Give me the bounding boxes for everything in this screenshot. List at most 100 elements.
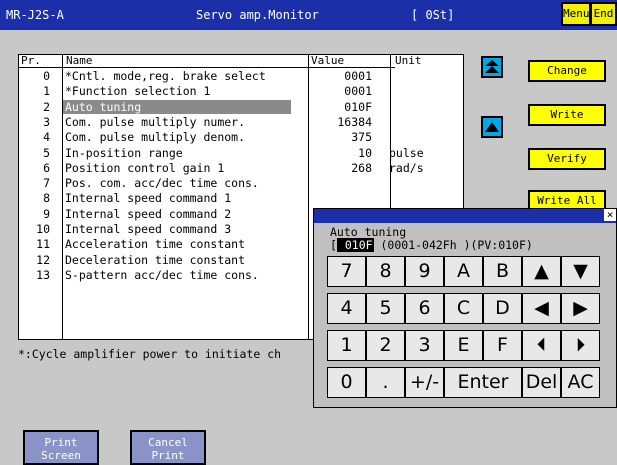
print-screen-label-1: Print xyxy=(44,436,78,449)
verify-button[interactable]: Verify xyxy=(528,148,606,170)
table-row[interactable]: 6 Position control gain 1 268 rad/s xyxy=(18,160,424,175)
param-number: 9 xyxy=(43,206,50,221)
double-up-arrow-icon xyxy=(485,60,499,73)
key-left[interactable]: ◀ xyxy=(522,293,561,324)
table-row[interactable]: 8 Internal speed command 1 xyxy=(18,191,395,205)
key-2[interactable]: 2 xyxy=(366,330,405,361)
param-number: 1 xyxy=(43,84,50,99)
key-6[interactable]: 6 xyxy=(405,293,444,324)
param-name: S-pattern acc/dec time cons. xyxy=(65,267,259,282)
cancel-print-button[interactable]: Cancel Print xyxy=(130,430,206,465)
key-8[interactable]: 8 xyxy=(366,256,405,287)
key-3[interactable]: 3 xyxy=(405,330,444,361)
page-title: Servo amp.Monitor xyxy=(196,8,319,22)
cancel-print-label-1: Cancel xyxy=(148,436,188,449)
column-header-unit: Unit xyxy=(395,54,422,67)
param-unit: rad/s xyxy=(389,160,424,175)
param-value: 010F xyxy=(344,99,372,114)
param-number: 6 xyxy=(43,160,50,175)
key-all-clear[interactable]: AC xyxy=(561,367,600,398)
scroll-top-button[interactable] xyxy=(481,56,503,78)
power-cycle-note: *:Cycle amplifier power to initiate ch xyxy=(18,347,282,361)
table-row[interactable]: 2 Auto tuning 010F xyxy=(18,99,395,114)
param-number: 11 xyxy=(36,237,50,252)
print-screen-button[interactable]: Print Screen xyxy=(23,430,99,465)
param-number: 2 xyxy=(43,99,50,114)
end-button[interactable]: End xyxy=(590,2,617,26)
keypad-parameter-name: Auto tuning xyxy=(330,225,407,239)
input-bracket: [ xyxy=(330,238,337,252)
key-e[interactable]: E xyxy=(444,330,483,361)
key-right[interactable]: ▶ xyxy=(561,293,600,324)
param-number: 7 xyxy=(43,176,50,191)
param-number: 3 xyxy=(43,114,50,129)
change-button[interactable]: Change xyxy=(528,60,606,82)
key-plus-minus[interactable]: +/- xyxy=(405,367,444,398)
table-row[interactable]: 1 *Function selection 1 0001 xyxy=(18,84,395,98)
param-name: *Function selection 1 xyxy=(65,84,211,99)
key-b[interactable]: B xyxy=(483,256,522,287)
param-name: Pos. com. acc/dec time cons. xyxy=(65,176,259,191)
param-number: 13 xyxy=(36,267,50,282)
key-7[interactable]: 7 xyxy=(327,256,366,287)
param-value: 10 xyxy=(358,145,372,160)
close-icon[interactable]: × xyxy=(604,209,616,221)
key-up[interactable]: ▲ xyxy=(522,256,561,287)
param-name: Internal speed command 1 xyxy=(65,191,232,206)
title-bar: MR-J2S-A Servo amp.Monitor [ 0St] Menu E… xyxy=(0,0,617,30)
key-decimal[interactable]: . xyxy=(366,367,405,398)
keypad-range: (0001-042Fh )(PV:010F) xyxy=(380,238,533,252)
table-row[interactable]: 0 *Cntl. mode,reg. brake select 0001 xyxy=(18,69,395,83)
param-value: 268 xyxy=(351,160,372,175)
param-name: Com. pulse multiply numer. xyxy=(65,114,246,129)
key-d[interactable]: D xyxy=(483,293,522,324)
param-value: 0001 xyxy=(344,84,372,99)
key-down[interactable]: ▼ xyxy=(561,256,600,287)
key-9[interactable]: 9 xyxy=(405,256,444,287)
keypad-input-field[interactable]: 010F xyxy=(336,238,374,252)
key-1[interactable]: 1 xyxy=(327,330,366,361)
model-label: MR-J2S-A xyxy=(6,8,64,22)
table-row[interactable]: 7 Pos. com. acc/dec time cons. xyxy=(18,176,395,190)
menu-button[interactable]: Menu xyxy=(561,2,591,26)
key-forward[interactable]: ⏵ xyxy=(561,330,600,361)
numeric-keypad-popup: × Auto tuning [ 010F (0001-042Fh )(PV:01… xyxy=(313,208,617,408)
param-number: 5 xyxy=(43,145,50,160)
param-name: Position control gain 1 xyxy=(65,160,225,175)
key-back[interactable]: ⏴ xyxy=(522,330,561,361)
keypad-title-bar: × xyxy=(314,209,616,223)
key-0[interactable]: 0 xyxy=(327,367,366,398)
param-name: Auto tuning xyxy=(63,99,291,114)
param-value: 375 xyxy=(351,130,372,145)
write-button[interactable]: Write xyxy=(528,104,606,126)
key-f[interactable]: F xyxy=(483,330,522,361)
param-value: 16384 xyxy=(337,114,372,129)
param-number: 12 xyxy=(36,252,50,267)
cancel-print-label-2: Print xyxy=(151,449,185,462)
key-4[interactable]: 4 xyxy=(327,293,366,324)
table-row[interactable]: 5 In-position range 10 pulse xyxy=(18,145,424,160)
param-value: 0001 xyxy=(344,69,372,83)
column-header-value: Value xyxy=(311,54,345,67)
table-row[interactable]: 4 Com. pulse multiply denom. 375 xyxy=(18,130,395,144)
key-delete[interactable]: Del xyxy=(522,367,561,398)
table-row[interactable]: 3 Com. pulse multiply numer. 16384 xyxy=(18,115,395,129)
column-header-name: Name xyxy=(66,54,93,67)
column-header-pr: Pr. xyxy=(21,54,41,67)
param-number: 8 xyxy=(43,191,50,206)
param-number: 10 xyxy=(36,222,50,236)
key-a[interactable]: A xyxy=(444,256,483,287)
keypad-input-line: [ 010F (0001-042Fh )(PV:010F) xyxy=(330,238,533,252)
param-unit: pulse xyxy=(389,145,424,160)
scroll-up-button[interactable] xyxy=(481,116,503,138)
key-c[interactable]: C xyxy=(444,293,483,324)
param-name: Acceleration time constant xyxy=(65,237,246,252)
param-name: *Cntl. mode,reg. brake select xyxy=(65,69,266,83)
param-number: 4 xyxy=(43,130,50,145)
key-enter[interactable]: Enter xyxy=(444,367,522,398)
param-name: Internal speed command 3 xyxy=(65,222,232,236)
param-name: Com. pulse multiply denom. xyxy=(65,130,246,145)
key-5[interactable]: 5 xyxy=(366,293,405,324)
up-arrow-icon xyxy=(485,122,499,132)
print-screen-label-2: Screen xyxy=(41,449,81,462)
